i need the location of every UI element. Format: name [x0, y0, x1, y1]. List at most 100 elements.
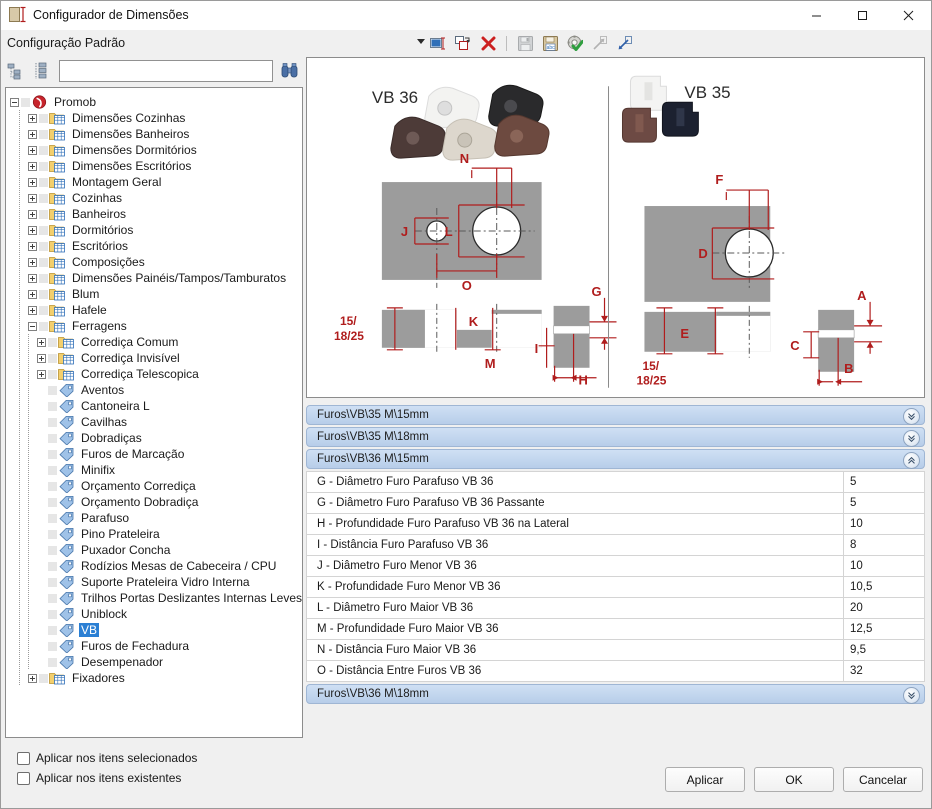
apply-config-button[interactable]	[566, 34, 584, 52]
chevron-double-down-icon[interactable]	[903, 687, 920, 704]
property-value[interactable]: 8	[843, 534, 924, 556]
tree-item[interactable]: Cantoneira L	[10, 398, 302, 414]
checkbox-box[interactable]	[17, 751, 30, 765]
expand-node-icon[interactable]	[37, 369, 46, 379]
tree-item[interactable]: Dimensões Painéis/Tampos/Tamburatos	[10, 270, 302, 286]
tree-item[interactable]: Corrediça Telescopica	[10, 366, 302, 382]
checkbox-apply-selected[interactable]: Aplicar nos itens selecionados	[17, 748, 197, 768]
tree-item[interactable]: Furos de Fechadura	[10, 638, 302, 654]
tree-item[interactable]: Rodízios Mesas de Cabeceira / CPU	[10, 558, 302, 574]
tree-item[interactable]: Puxador Concha	[10, 542, 302, 558]
table-row[interactable]: K - Profundidade Furo Menor VB 36 10,5	[307, 576, 924, 598]
tree-item[interactable]: Uniblock	[10, 606, 302, 622]
tree-item[interactable]: Corrediça Invisível	[10, 350, 302, 366]
expand-node-icon[interactable]	[28, 289, 37, 299]
tree-item[interactable]: Fixadores	[10, 670, 302, 686]
close-button[interactable]	[885, 1, 931, 29]
tree-search-input[interactable]	[59, 60, 273, 82]
accordion-header[interactable]: Furos\VB\35 M\15mm	[306, 405, 925, 425]
tree-item[interactable]: Furos de Marcação	[10, 446, 302, 462]
expand-node-icon[interactable]	[28, 161, 37, 171]
import-config-button[interactable]	[616, 34, 634, 52]
expand-node-icon[interactable]	[28, 209, 37, 219]
tree-item[interactable]: Aventos	[10, 382, 302, 398]
property-value[interactable]: 9,5	[843, 639, 924, 661]
property-value[interactable]: 32	[843, 660, 924, 682]
maximize-button[interactable]	[839, 1, 885, 29]
tree-item[interactable]: Dobradiças	[10, 430, 302, 446]
tree-item[interactable]: Escritórios	[10, 238, 302, 254]
tree-item[interactable]: Dimensões Escritórios	[10, 158, 302, 174]
apply-button[interactable]: Aplicar	[665, 767, 745, 792]
table-row[interactable]: I - Distância Furo Parafuso VB 36 8	[307, 534, 924, 556]
tree-item[interactable]: Blum	[10, 286, 302, 302]
property-value[interactable]: 10	[843, 513, 924, 535]
expand-node-icon[interactable]	[28, 673, 37, 683]
chevron-double-up-icon[interactable]	[903, 452, 920, 469]
chevron-down-icon[interactable]	[417, 39, 425, 44]
tree-item[interactable]: Suporte Prateleira Vidro Interna	[10, 574, 302, 590]
expand-node-icon[interactable]	[28, 305, 37, 315]
duplicate-config-button[interactable]	[454, 34, 472, 52]
collapse-node-icon[interactable]	[10, 97, 19, 107]
save-as-config-button[interactable]: abc	[541, 34, 559, 52]
tree-item[interactable]: Desempenador	[10, 654, 302, 670]
checkbox-apply-existing[interactable]: Aplicar nos itens existentes	[17, 768, 197, 788]
expand-node-icon[interactable]	[28, 129, 37, 139]
tree-item[interactable]: Minifix	[10, 462, 302, 478]
expand-node-icon[interactable]	[28, 273, 37, 283]
property-value[interactable]: 12,5	[843, 618, 924, 640]
accordion-header[interactable]: Furos\VB\35 M\18mm	[306, 427, 925, 447]
tree-item[interactable]: Ferragens	[10, 318, 302, 334]
tree-item[interactable]: Trilhos Portas Deslizantes Internas Leve…	[10, 590, 302, 606]
expand-node-icon[interactable]	[28, 225, 37, 235]
collapse-tree-icon[interactable]	[5, 62, 25, 80]
chevron-double-down-icon[interactable]	[903, 408, 920, 425]
table-row[interactable]: N - Distância Furo Maior VB 36 9,5	[307, 639, 924, 661]
tree-item[interactable]: Orçamento Corrediça	[10, 478, 302, 494]
ok-button[interactable]: OK	[754, 767, 834, 792]
table-row[interactable]: M - Profundidade Furo Maior VB 36 12,5	[307, 618, 924, 640]
table-row[interactable]: H - Profundidade Furo Parafuso VB 36 na …	[307, 513, 924, 535]
tree-item[interactable]: Pino Prateleira	[10, 526, 302, 542]
tree-item[interactable]: Corrediça Comum	[10, 334, 302, 350]
tree-item[interactable]: Dimensões Dormitórios	[10, 142, 302, 158]
checkbox-box[interactable]	[17, 771, 30, 785]
chevron-double-down-icon[interactable]	[903, 430, 920, 447]
property-value[interactable]: 10	[843, 555, 924, 577]
tree-view[interactable]: Promob Dimensões Cozinhas Dimensões Banhei…	[5, 87, 303, 738]
tree-item[interactable]: Dormitórios	[10, 222, 302, 238]
table-row[interactable]: L - Diâmetro Furo Maior VB 36 20	[307, 597, 924, 619]
tree-item[interactable]: Dimensões Banheiros	[10, 126, 302, 142]
expand-node-icon[interactable]	[28, 145, 37, 155]
tree-item[interactable]: Cavilhas	[10, 414, 302, 430]
accordion-header[interactable]: Furos\VB\36 M\15mm	[306, 449, 925, 469]
tree-item[interactable]: Cozinhas	[10, 190, 302, 206]
tree-item[interactable]: VB	[10, 622, 302, 638]
tree-item[interactable]: Orçamento Dobradiça	[10, 494, 302, 510]
tree-item[interactable]: Montagem Geral	[10, 174, 302, 190]
property-value[interactable]: 5	[843, 471, 924, 493]
tree-item[interactable]: Hafele	[10, 302, 302, 318]
table-row[interactable]: J - Diâmetro Furo Menor VB 36 10	[307, 555, 924, 577]
tree-item[interactable]: Dimensões Cozinhas	[10, 110, 302, 126]
table-row[interactable]: O - Distância Entre Furos VB 36 32	[307, 660, 924, 682]
tree-item[interactable]: Parafuso	[10, 510, 302, 526]
expand-node-icon[interactable]	[37, 353, 46, 363]
minimize-button[interactable]	[793, 1, 839, 29]
expand-tree-icon[interactable]	[31, 62, 51, 80]
property-value[interactable]: 10,5	[843, 576, 924, 598]
table-row[interactable]: G - Diâmetro Furo Parafuso VB 36 5	[307, 471, 924, 493]
search-input-field[interactable]	[60, 61, 272, 81]
export-config-button[interactable]	[591, 34, 609, 52]
tree-root-item[interactable]: Promob	[10, 94, 302, 110]
property-value[interactable]: 5	[843, 492, 924, 514]
binoculars-icon[interactable]	[279, 62, 301, 80]
save-config-button[interactable]	[516, 34, 534, 52]
tree-item[interactable]: Composições	[10, 254, 302, 270]
collapse-node-icon[interactable]	[28, 321, 37, 331]
expand-node-icon[interactable]	[28, 177, 37, 187]
rename-config-button[interactable]	[429, 34, 447, 52]
expand-node-icon[interactable]	[28, 193, 37, 203]
expand-node-icon[interactable]	[28, 257, 37, 267]
